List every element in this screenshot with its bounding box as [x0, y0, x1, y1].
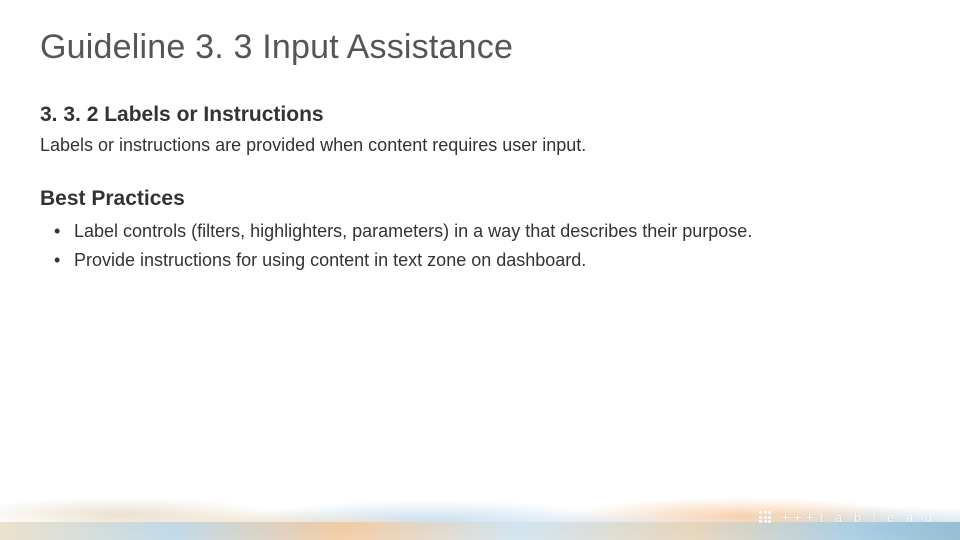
- section-description: Labels or instructions are provided when…: [40, 133, 920, 157]
- best-practices-list: Label controls (filters, highlighters, p…: [40, 219, 920, 273]
- list-item: Label controls (filters, highlighters, p…: [54, 219, 920, 244]
- logo-text: t a b l e a u: [820, 510, 936, 525]
- tableau-logo: + + + t a b l e a u: [759, 506, 936, 528]
- best-practices-heading: Best Practices: [40, 187, 920, 211]
- section-heading: 3. 3. 2 Labels or Instructions: [40, 103, 920, 127]
- logo-mark-icon: [759, 511, 771, 523]
- list-item: Provide instructions for using content i…: [54, 248, 920, 273]
- slide: Guideline 3. 3 Input Assistance 3. 3. 2 …: [0, 0, 960, 540]
- logo-plus-icon: + + +: [781, 510, 813, 524]
- page-title: Guideline 3. 3 Input Assistance: [40, 28, 920, 67]
- content-area: Guideline 3. 3 Input Assistance 3. 3. 2 …: [0, 0, 960, 274]
- footer-graphic: + + + t a b l e a u: [0, 484, 960, 540]
